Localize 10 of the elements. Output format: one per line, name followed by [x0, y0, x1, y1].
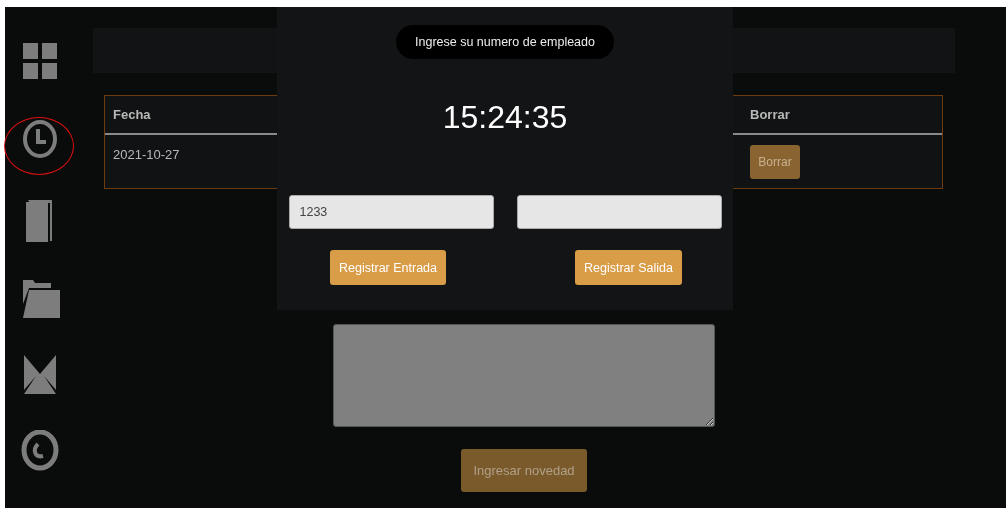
clock-time: 15:24:35: [442, 98, 568, 137]
column-header: Fecha: [112, 107, 152, 122]
delete-button[interactable]: Borrar: [750, 145, 800, 179]
table-cell-text: 2021-10-27: [112, 146, 181, 162]
input-field[interactable]: 1233: [288, 195, 494, 229]
input-field[interactable]: [516, 195, 722, 229]
register-button[interactable]: Registrar Entrada: [330, 250, 446, 285]
prompt-label: Ingrese su numero de empleado: [396, 25, 614, 59]
column-header: Borrar: [749, 107, 791, 122]
register-button[interactable]: Registrar Salida: [575, 250, 682, 285]
